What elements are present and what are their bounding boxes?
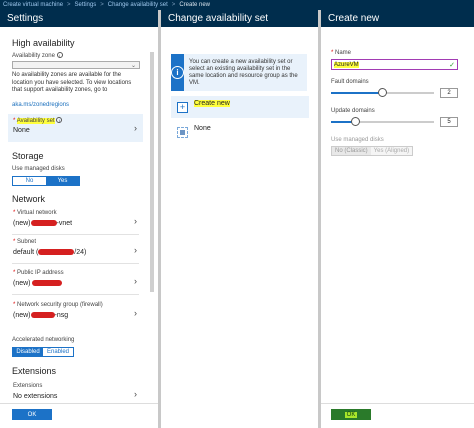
subnet-label: * Subnet <box>13 239 37 245</box>
required-marker: * <box>13 118 16 124</box>
settings-blade: Settings High availability Availability … <box>0 10 158 428</box>
name-input[interactable]: AzureVM ✓ <box>331 59 458 70</box>
nsg-row[interactable]: * Network security group (firewall) (new… <box>8 299 143 327</box>
info-icon: i <box>171 54 184 91</box>
slider-fill <box>331 92 382 94</box>
availability-set-icon <box>177 126 188 138</box>
breadcrumb-change-availability-set[interactable]: Change availability set <box>108 2 168 8</box>
breadcrumb-create-vm[interactable]: Create virtual machine <box>3 2 63 8</box>
extensions-heading: Extensions <box>12 366 57 376</box>
change-availability-set-title: Change availability set <box>161 10 318 27</box>
zoned-regions-link[interactable]: aka.ms/zonedregions <box>12 102 69 108</box>
managed-disks-no[interactable]: No <box>13 177 46 185</box>
create-new-item[interactable]: + Create new <box>171 96 309 118</box>
managed-disks-toggle[interactable]: No Yes <box>12 176 80 186</box>
update-domains-slider[interactable] <box>331 117 434 127</box>
none-item[interactable]: None <box>171 121 309 143</box>
availability-set-value: None <box>13 127 30 134</box>
high-availability-heading: High availability <box>12 38 75 48</box>
chevron-right-icon: › <box>134 276 137 286</box>
create-new-title: Create new <box>321 10 474 27</box>
ok-button[interactable]: OK <box>12 409 52 420</box>
subnet-row[interactable]: * Subnet default (/24) › <box>8 236 143 264</box>
none-label: None <box>194 124 211 132</box>
ok-button-label: OK <box>344 411 358 418</box>
subnet-value: default (/24) <box>13 249 87 256</box>
nsg-value: (new) -nsg <box>13 312 69 319</box>
info-icon[interactable]: i <box>56 117 63 123</box>
use-managed-disks-label: Use managed disks <box>331 137 384 143</box>
chevron-right-icon: › <box>134 245 137 255</box>
use-managed-disks-toggle[interactable]: No (Classic) Yes (Aligned) <box>331 146 414 156</box>
slider-thumb[interactable] <box>350 117 360 126</box>
chevron-right-icon: › <box>134 216 137 226</box>
breadcrumb-settings[interactable]: Settings <box>75 2 97 8</box>
slider-thumb[interactable] <box>378 88 387 97</box>
plus-icon: + <box>177 101 188 113</box>
extensions-label: Extensions <box>13 383 43 389</box>
virtual-network-row[interactable]: * Virtual network (new) -vnet › <box>8 207 143 235</box>
row-divider <box>12 294 139 295</box>
managed-disks-label: Use managed disks <box>12 166 65 172</box>
nsg-label: * Network security group (firewall) <box>13 302 103 308</box>
fault-domains-label: Fault domains <box>331 79 369 85</box>
create-new-label: Create new <box>194 99 230 107</box>
fault-domains-slider[interactable] <box>331 88 434 98</box>
availability-zone-label: Availability zone i <box>12 52 63 59</box>
footer-divider <box>321 403 474 404</box>
availability-set-row[interactable]: * Availability set i None › <box>8 114 143 142</box>
info-icon[interactable]: i <box>56 52 63 58</box>
storage-heading: Storage <box>12 151 44 161</box>
name-value: AzureVM <box>334 61 359 68</box>
chevron-down-icon: ⌄ <box>130 63 136 69</box>
virtual-network-value: (new) -vnet <box>13 220 73 227</box>
breadcrumb-separator: > <box>171 2 176 8</box>
breadcrumb-current: Create new <box>179 2 210 8</box>
chevron-right-icon: › <box>134 308 137 318</box>
availability-zone-select[interactable]: ⌄ <box>12 61 140 69</box>
row-divider <box>12 234 139 235</box>
availability-zone-help: No availability zones are available for … <box>12 72 132 93</box>
scrollbar[interactable] <box>150 52 154 292</box>
create-new-blade: Create new * Name AzureVM ✓ Fault domain… <box>321 10 474 428</box>
accelerated-networking-label: Accelerated networking <box>12 337 75 343</box>
availability-set-label: * Availability set i <box>13 117 63 124</box>
public-ip-row[interactable]: * Public IP address (new) › <box>8 267 143 295</box>
public-ip-label: * Public IP address <box>13 270 64 276</box>
update-domains-value[interactable]: 5 <box>440 117 458 127</box>
fault-domains-value[interactable]: 2 <box>440 88 458 98</box>
availability-set-label-text: Availability set <box>16 118 55 124</box>
public-ip-value: (new) <box>13 280 63 287</box>
settings-title: Settings <box>0 10 158 27</box>
availability-zone-label-text: Availability zone <box>12 53 55 59</box>
extensions-value: No extensions <box>13 393 58 400</box>
check-icon: ✓ <box>449 61 455 69</box>
breadcrumb: Create virtual machine > Settings > Chan… <box>0 0 474 10</box>
name-label: * Name <box>331 50 352 56</box>
accelerated-networking-disabled[interactable]: Disabled <box>13 348 43 356</box>
change-availability-set-blade: Change availability set i You can create… <box>161 10 318 428</box>
network-heading: Network <box>12 194 46 204</box>
chevron-right-icon: › <box>134 123 137 133</box>
managed-no-classic[interactable]: No (Classic) <box>332 147 371 155</box>
update-domains-label: Update domains <box>331 108 375 114</box>
accelerated-networking-enabled[interactable]: Enabled <box>43 348 73 356</box>
row-divider <box>12 263 139 264</box>
accelerated-networking-toggle[interactable]: Disabled Enabled <box>12 347 74 357</box>
managed-disks-yes[interactable]: Yes <box>46 177 79 185</box>
ok-button[interactable]: OK <box>331 409 371 420</box>
info-banner-text: You can create a new availability set or… <box>189 59 298 86</box>
info-banner: i You can create a new availability set … <box>171 54 307 91</box>
virtual-network-label: * Virtual network <box>13 210 57 216</box>
breadcrumb-separator: > <box>100 2 104 8</box>
breadcrumb-separator: > <box>67 2 71 8</box>
chevron-right-icon: › <box>134 389 137 399</box>
footer-divider <box>0 403 158 404</box>
managed-yes-aligned[interactable]: Yes (Aligned) <box>370 147 413 155</box>
